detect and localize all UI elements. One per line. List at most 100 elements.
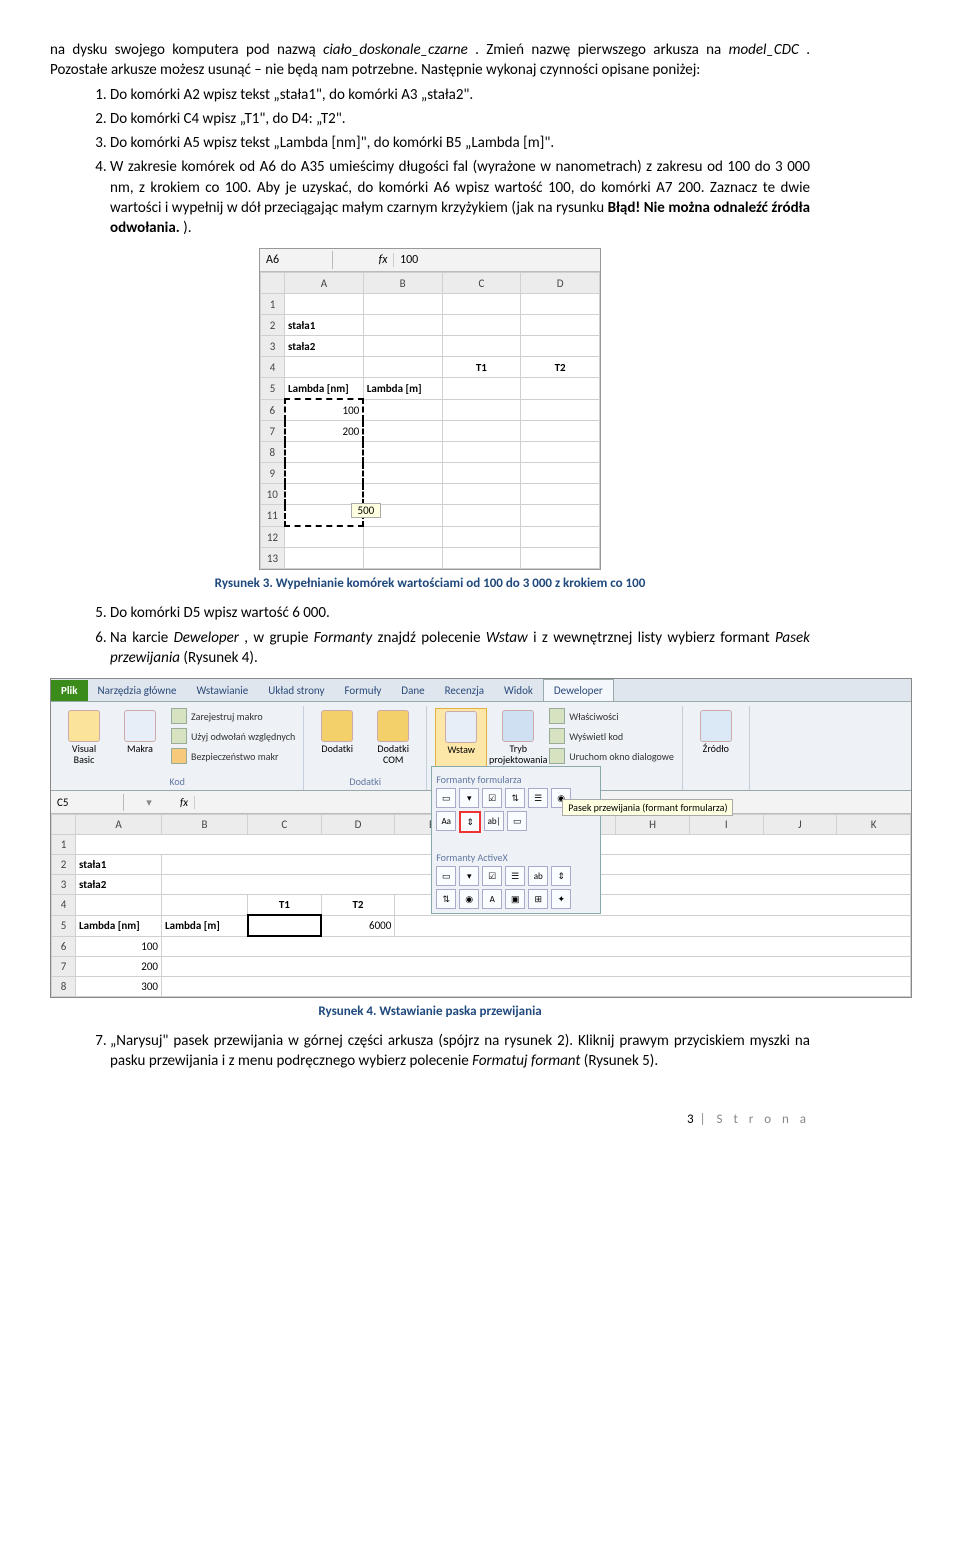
row-5[interactable]: 5 (261, 378, 285, 400)
row-12[interactable]: 12 (261, 526, 285, 548)
col2-C[interactable]: C (248, 815, 322, 835)
btn-relative-refs[interactable]: Użyj odwołań względnych (171, 728, 295, 744)
c2-A3[interactable]: stała2 (76, 875, 162, 895)
col2-H[interactable]: H (616, 815, 690, 835)
c2-C4[interactable]: T1 (248, 895, 322, 916)
c2-A2[interactable]: stała1 (76, 855, 162, 875)
btn-zrodlo[interactable]: Źródło (691, 708, 741, 757)
btn-macro-security[interactable]: Bezpieczeństwo makr (171, 748, 295, 764)
col2-D[interactable]: D (321, 815, 395, 835)
corner-2[interactable] (52, 815, 76, 835)
row-10[interactable]: 10 (261, 484, 285, 505)
cell-A3[interactable]: stała2 (285, 336, 364, 357)
tab-data[interactable]: Dane (391, 680, 434, 701)
cell-A6[interactable]: 100 (285, 399, 364, 421)
col2-J[interactable]: J (763, 815, 837, 835)
btn-run-dialog[interactable]: Uruchom okno dialogowe (549, 748, 674, 764)
row-4[interactable]: 4 (261, 357, 285, 378)
cell-C4[interactable]: T1 (442, 357, 521, 378)
r2-8[interactable]: 8 (52, 977, 76, 997)
btn-visual-basic[interactable]: Visual Basic (59, 708, 109, 767)
c2-B5[interactable]: Lambda [m] (162, 915, 248, 936)
btn-wstaw[interactable]: Wstaw (435, 708, 487, 767)
ax-text-icon[interactable]: ab (528, 866, 548, 886)
ax-checkbox-icon[interactable]: ☑ (482, 866, 502, 886)
col2-I[interactable]: I (689, 815, 763, 835)
r2-1[interactable]: 1 (52, 835, 76, 855)
formula-bar[interactable]: 100 (394, 251, 600, 269)
row-2[interactable]: 2 (261, 315, 285, 336)
fx-icon[interactable]: fx (373, 253, 394, 267)
ax-label-icon[interactable]: A (482, 889, 502, 909)
col-A[interactable]: A (285, 273, 364, 294)
r2-6[interactable]: 6 (52, 936, 76, 957)
fc-combo-icon[interactable]: ▾ (459, 788, 479, 808)
ax-spin-icon[interactable]: ⇅ (436, 889, 456, 909)
row-13[interactable]: 13 (261, 548, 285, 569)
fc-spinner-icon[interactable]: ⇅ (505, 788, 525, 808)
tab-developer[interactable]: Deweloper (543, 679, 614, 701)
r2-5[interactable]: 5 (52, 915, 76, 936)
tab-view[interactable]: Widok (494, 680, 543, 701)
ax-scroll-icon[interactable]: ⇕ (551, 866, 571, 886)
btn-makra[interactable]: Makra (115, 708, 165, 767)
r2-7[interactable]: 7 (52, 957, 76, 977)
fc-button-icon[interactable]: ▭ (436, 788, 456, 808)
row-8[interactable]: 8 (261, 442, 285, 463)
fc-listbox-icon[interactable]: ☰ (528, 788, 548, 808)
btn-properties[interactable]: Właściwości (549, 708, 674, 724)
col2-K[interactable]: K (837, 815, 911, 835)
cell-A7[interactable]: 200 (285, 421, 364, 442)
corner[interactable] (261, 273, 285, 294)
c2-C5[interactable] (248, 915, 322, 936)
row-3[interactable]: 3 (261, 336, 285, 357)
cell-A2[interactable]: stała1 (285, 315, 364, 336)
btn-view-code[interactable]: Wyświetl kod (549, 728, 674, 744)
ax-more-icon[interactable]: ✦ (551, 889, 571, 909)
fc-label-icon[interactable]: Aa (436, 811, 456, 831)
c2-D5[interactable]: 6000 (321, 915, 395, 936)
cell-D4[interactable]: T2 (521, 357, 600, 378)
ax-image-icon[interactable]: ▣ (505, 889, 525, 909)
row-1[interactable]: 1 (261, 294, 285, 315)
tab-layout[interactable]: Układ strony (258, 680, 334, 701)
r2-4[interactable]: 4 (52, 895, 76, 916)
row-6[interactable]: 6 (261, 399, 285, 421)
fc-checkbox-icon[interactable]: ☑ (482, 788, 502, 808)
ax-list-icon[interactable]: ☰ (505, 866, 525, 886)
c2-A7[interactable]: 200 (76, 957, 162, 977)
col-D[interactable]: D (521, 273, 600, 294)
cell-B5[interactable]: Lambda [m] (363, 378, 442, 400)
ax-button-icon[interactable]: ▭ (436, 866, 456, 886)
tab-insert[interactable]: Wstawianie (187, 680, 259, 701)
fx-icon-2[interactable]: fx (174, 796, 195, 809)
tab-file[interactable]: Plik (51, 680, 88, 701)
tab-formulas[interactable]: Formuły (334, 680, 391, 701)
fc-group-icon[interactable]: ▭ (507, 811, 527, 831)
tab-home[interactable]: Narzędzia główne (88, 680, 187, 701)
col2-B[interactable]: B (162, 815, 248, 835)
ax-option-icon[interactable]: ◉ (459, 889, 479, 909)
row-7[interactable]: 7 (261, 421, 285, 442)
btn-record-macro[interactable]: Zarejestruj makro (171, 708, 295, 724)
row-11[interactable]: 11 (261, 505, 285, 527)
r2-3[interactable]: 3 (52, 875, 76, 895)
tab-review[interactable]: Recenzja (435, 680, 494, 701)
fc-textfield-icon[interactable]: ab| (484, 811, 504, 831)
c2-A6[interactable]: 100 (76, 936, 162, 957)
cell-A5[interactable]: Lambda [nm] (285, 378, 364, 400)
btn-tryb-proj[interactable]: Tryb projektowania (493, 708, 543, 767)
c2-A5[interactable]: Lambda [nm] (76, 915, 162, 936)
ax-combo-icon[interactable]: ▾ (459, 866, 479, 886)
col-B[interactable]: B (363, 273, 442, 294)
row-9[interactable]: 9 (261, 463, 285, 484)
col2-A[interactable]: A (76, 815, 162, 835)
fc-scrollbar-icon[interactable]: ⇕ (459, 811, 481, 833)
name-box[interactable]: A6 (260, 251, 333, 269)
name-box-2[interactable]: C5 (51, 794, 124, 811)
btn-dodatki-com[interactable]: Dodatki COM (368, 708, 418, 767)
c2-A8[interactable]: 300 (76, 977, 162, 997)
col-C[interactable]: C (442, 273, 521, 294)
btn-dodatki[interactable]: Dodatki (312, 708, 362, 767)
ax-toggle-icon[interactable]: ⊞ (528, 889, 548, 909)
